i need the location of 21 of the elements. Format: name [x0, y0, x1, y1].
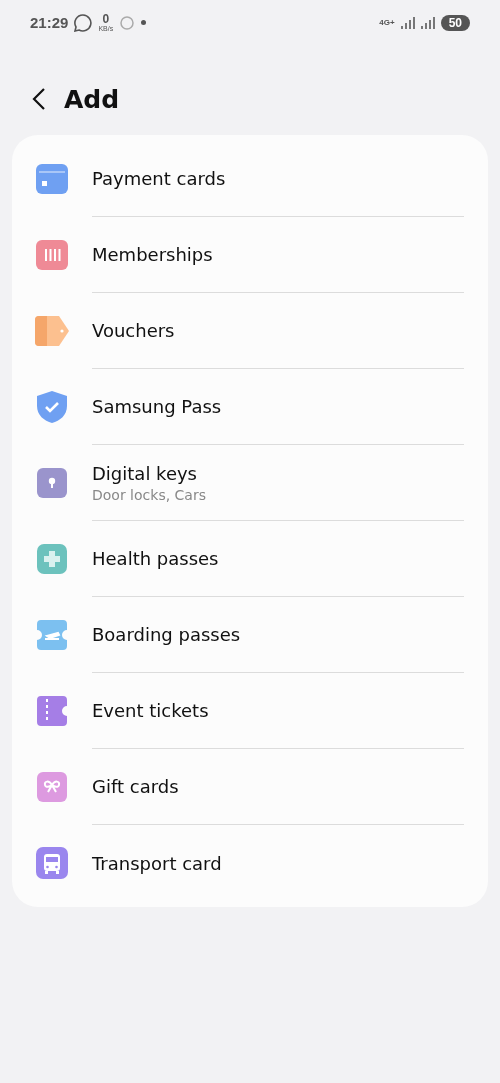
- list-item[interactable]: Event tickets: [92, 700, 464, 721]
- back-icon[interactable]: [32, 88, 46, 110]
- list-item[interactable]: Vouchers: [92, 320, 464, 341]
- chat-icon: [74, 13, 93, 32]
- list-item[interactable]: Memberships: [92, 244, 464, 265]
- list-item[interactable]: Payment cards: [92, 168, 464, 189]
- page-title: Add: [64, 84, 120, 114]
- list-item[interactable]: Digital keys: [92, 462, 464, 484]
- list-item[interactable]: Samsung Pass: [92, 396, 464, 417]
- signal-icon: [400, 16, 415, 29]
- item-subtitle: Door locks, Cars: [92, 486, 207, 503]
- status-time: 21:29: [30, 14, 69, 31]
- speed-value: 0: [102, 13, 110, 25]
- signal-icon: [420, 16, 435, 29]
- battery-level: 50: [440, 14, 470, 31]
- network-type: 4G+: [379, 18, 395, 27]
- list-item[interactable]: Health passes: [92, 548, 464, 569]
- list-item[interactable]: Gift cards: [92, 776, 464, 797]
- list-item[interactable]: Boarding passes: [92, 624, 464, 645]
- list-item[interactable]: Transport card: [92, 852, 464, 874]
- dot-icon: [141, 20, 147, 25]
